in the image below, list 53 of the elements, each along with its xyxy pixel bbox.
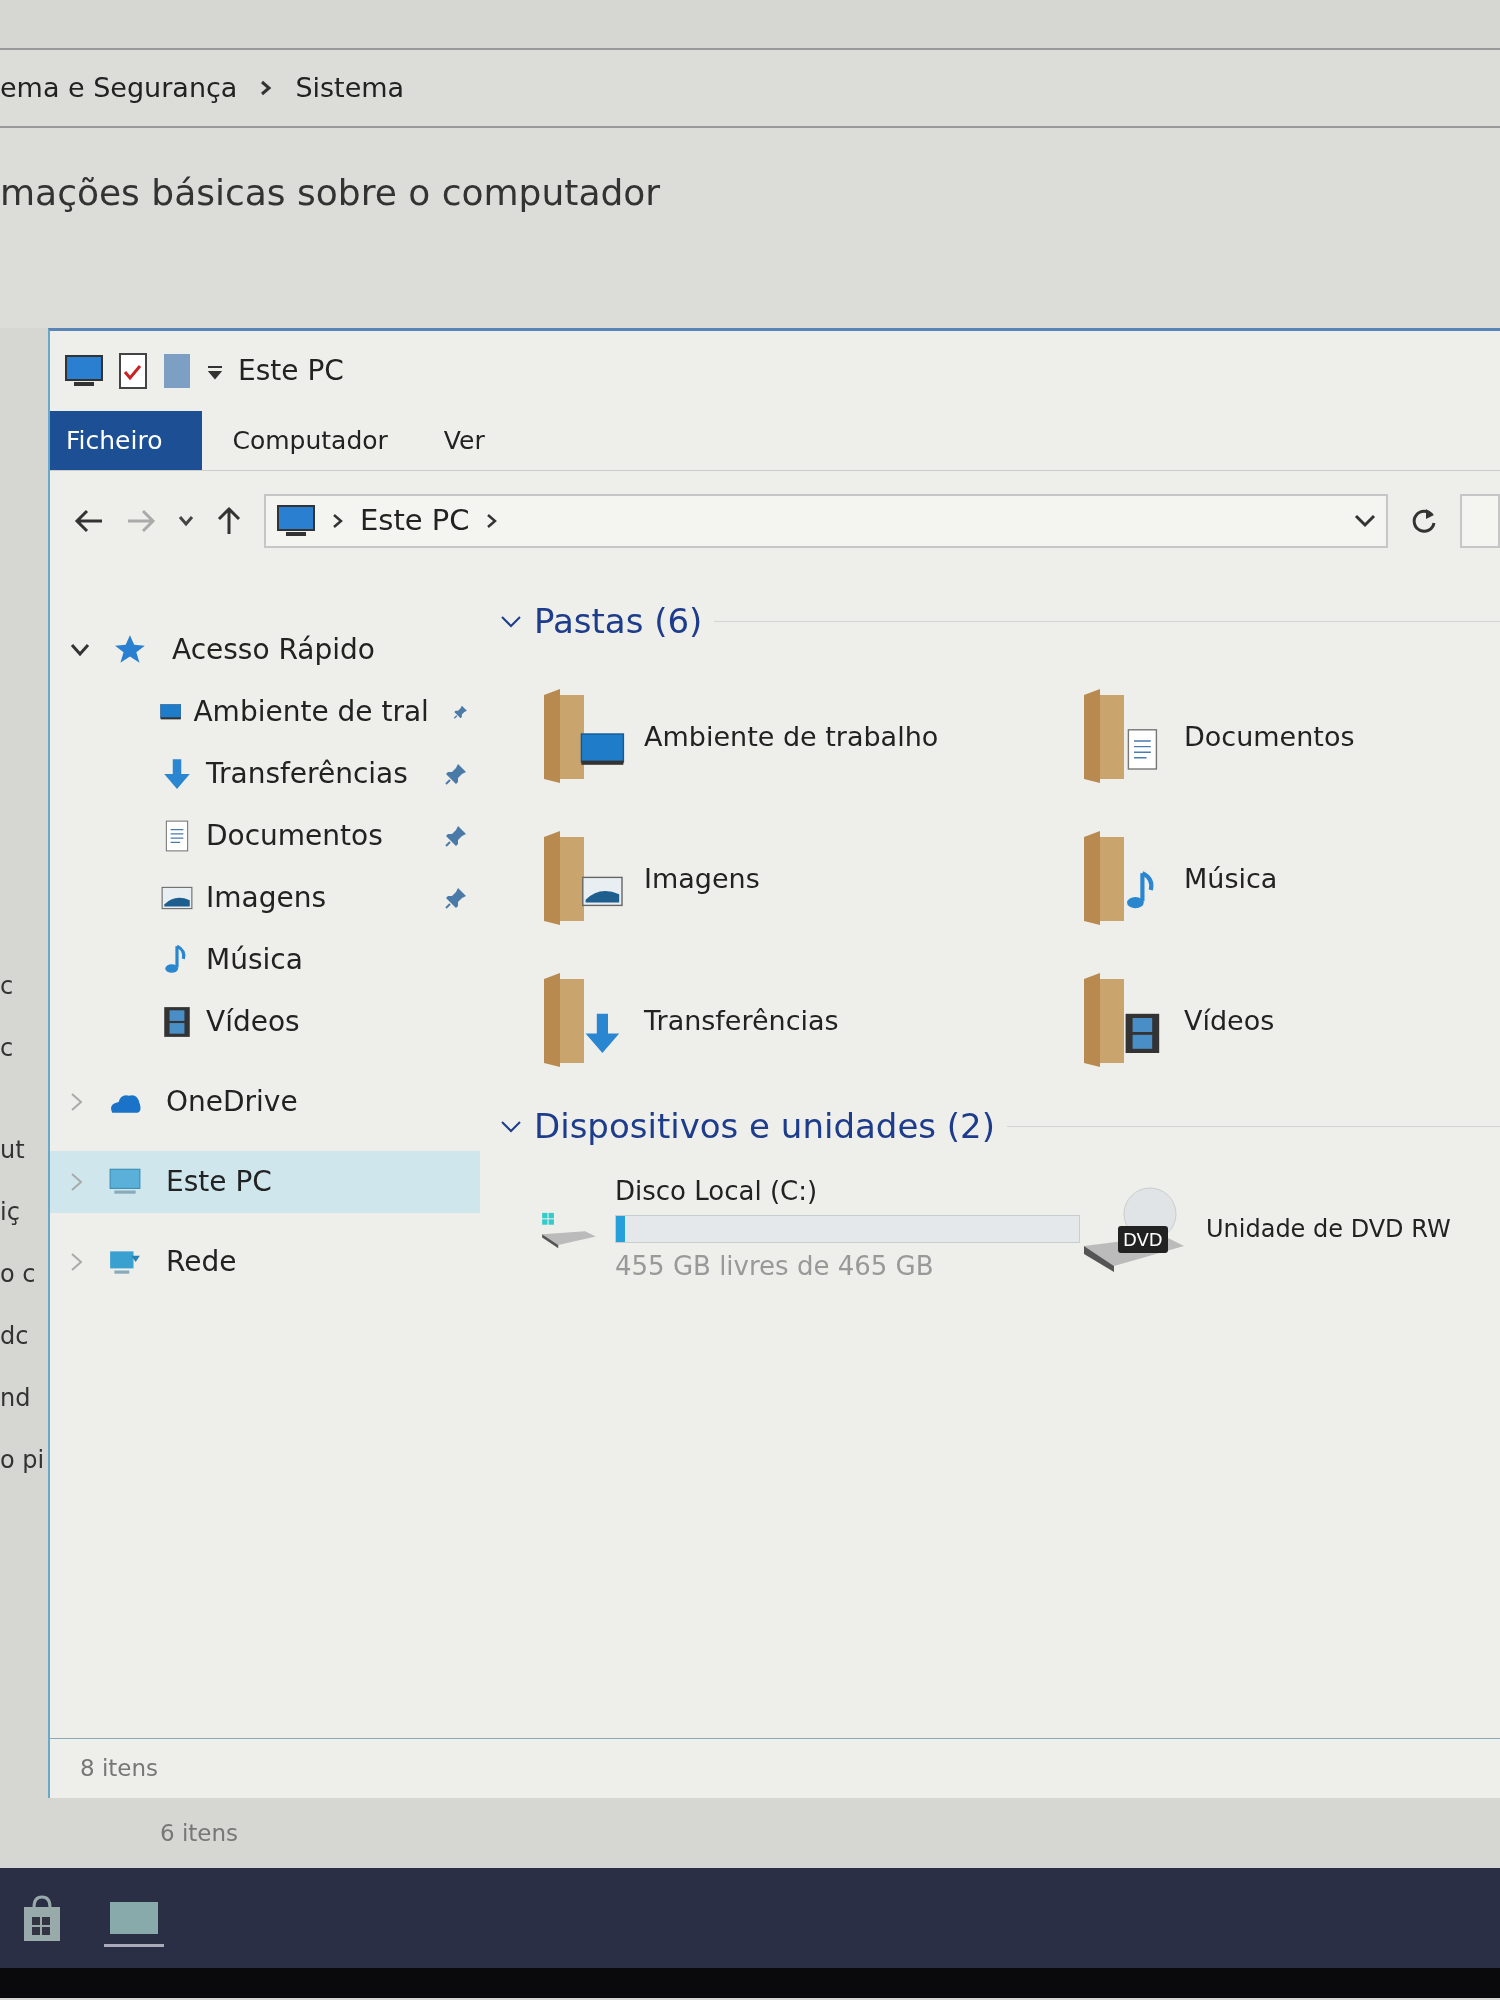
folder-item[interactable]: Ambiente de trabalho <box>540 687 1080 787</box>
nav-item[interactable]: Rede <box>50 1231 480 1293</box>
text-fragment: c <box>0 971 14 1002</box>
breadcrumb-link[interactable]: Sistema <box>295 67 405 109</box>
chevron-down-icon <box>178 515 194 527</box>
nav-item[interactable]: Acesso Rápido <box>50 619 480 681</box>
group-heading[interactable]: Pastas (6) <box>534 596 703 647</box>
group-heading[interactable]: Dispositivos e unidades (2) <box>534 1101 995 1152</box>
text-fragment: ut <box>0 1135 25 1166</box>
status-text: 8 itens <box>50 1738 1500 1798</box>
breadcrumb-link[interactable]: ema e Segurança <box>0 67 238 109</box>
ribbon-tab[interactable]: Computador <box>202 411 428 470</box>
nav-item[interactable]: Música <box>50 929 480 991</box>
folder-item[interactable]: Música <box>1080 829 1500 929</box>
forward-icon <box>126 508 156 534</box>
nav-item[interactable]: OneDrive <box>50 1071 480 1133</box>
ribbon-tab[interactable]: Ver <box>427 411 525 470</box>
chevron-icon <box>485 513 498 529</box>
text-fragment: dc <box>0 1321 29 1352</box>
nav-item[interactable]: Este PC <box>50 1151 480 1213</box>
nav-item[interactable]: Transferências <box>50 743 480 805</box>
drive-item[interactable]: Disco Local (C:) 455 GB livres de 465 GB <box>540 1172 1080 1286</box>
nav-item[interactable]: Imagens <box>50 867 480 929</box>
folder-item[interactable]: Imagens <box>540 829 1080 929</box>
page-heading: mações básicas sobre o computador <box>0 171 662 215</box>
folder-item[interactable]: Transferências <box>540 971 1080 1071</box>
chevron-down-icon <box>1354 514 1376 528</box>
text-fragment: c <box>0 1033 14 1064</box>
monitor-icon <box>64 354 104 388</box>
folder-item[interactable]: Vídeos <box>1080 971 1500 1071</box>
status-text: 6 itens <box>159 1818 240 1848</box>
folder-item[interactable]: Documentos <box>1080 687 1500 787</box>
drive-item[interactable]: DVD Unidade de DVD RW <box>1080 1172 1500 1286</box>
chevron-icon <box>332 513 344 529</box>
up-icon <box>216 506 242 536</box>
ribbon-tab[interactable]: Ficheiro <box>50 411 203 470</box>
dvd-label: DVD <box>1118 1226 1168 1253</box>
window-title: Este PC <box>238 353 344 389</box>
refresh-icon <box>1410 507 1438 535</box>
text-fragment: o c <box>0 1259 36 1290</box>
text-fragment: nd <box>0 1383 31 1414</box>
monitor-icon <box>276 504 316 538</box>
chevron-icon <box>259 79 274 97</box>
search-field[interactable] <box>1460 494 1500 548</box>
path-label[interactable]: Este PC <box>360 499 470 543</box>
nav-item[interactable]: Ambiente de tral <box>50 681 480 743</box>
address-bar[interactable]: Este PC <box>264 494 1388 548</box>
nav-item[interactable]: Vídeos <box>50 991 480 1053</box>
nav-item[interactable]: Documentos <box>50 805 480 867</box>
text-fragment: o pi <box>0 1445 45 1476</box>
checklist-icon <box>118 352 148 390</box>
text-fragment: iç <box>0 1197 20 1228</box>
back-icon <box>74 508 104 534</box>
